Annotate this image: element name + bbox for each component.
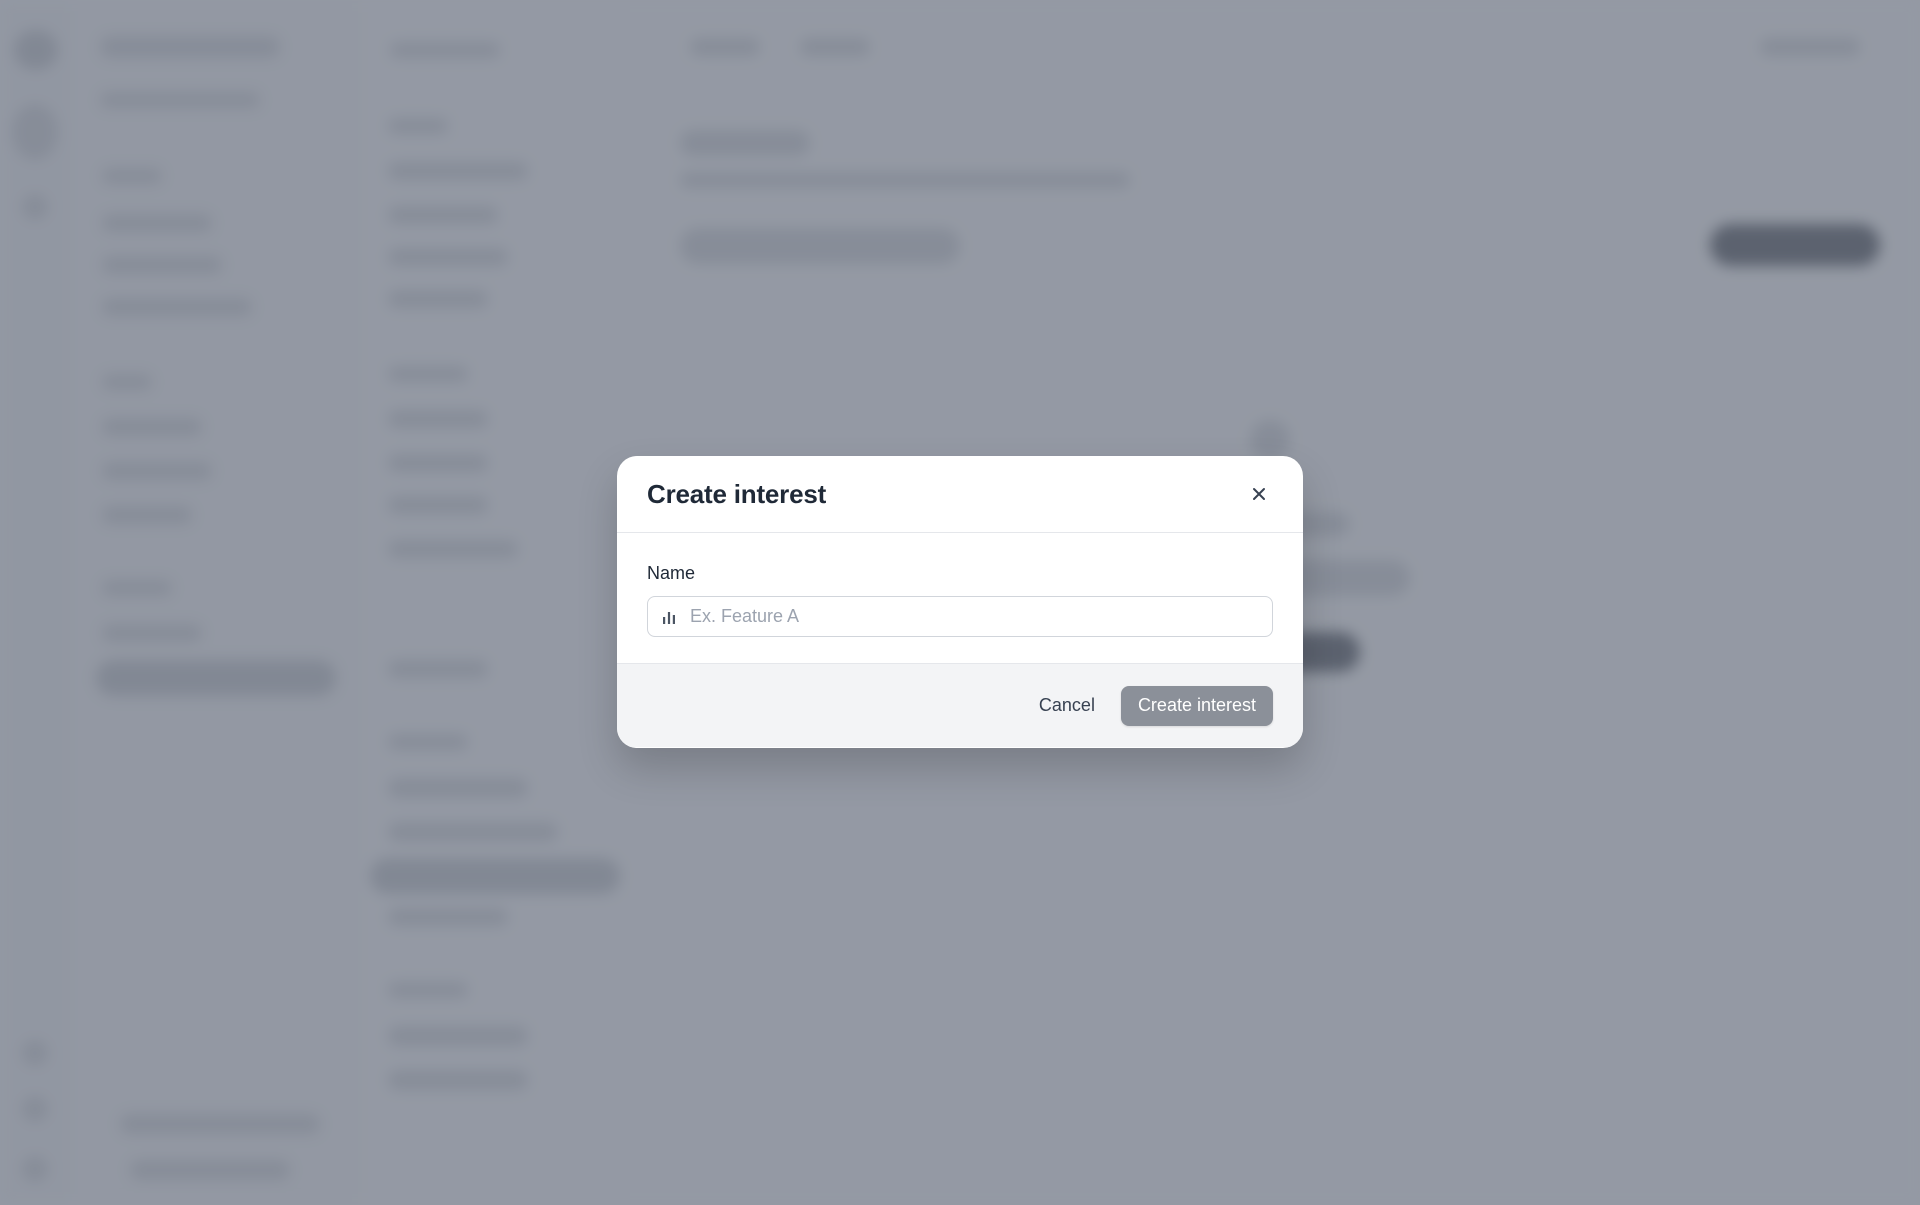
close-icon (1251, 486, 1267, 502)
close-button[interactable] (1245, 480, 1273, 508)
dialog-title: Create interest (647, 478, 827, 509)
cancel-button[interactable]: Cancel (1039, 695, 1095, 716)
bar-chart-icon (660, 608, 678, 626)
name-input[interactable] (690, 597, 1272, 636)
create-interest-button[interactable]: Create interest (1120, 685, 1273, 726)
create-interest-dialog: Create interest Name Cancel Create inte (617, 456, 1303, 748)
name-field[interactable] (647, 596, 1273, 637)
dialog-header: Create interest (617, 456, 1303, 533)
name-field-label: Name (647, 563, 696, 583)
dialog-body: Name (617, 533, 1303, 664)
dialog-footer: Cancel Create interest (617, 664, 1303, 747)
